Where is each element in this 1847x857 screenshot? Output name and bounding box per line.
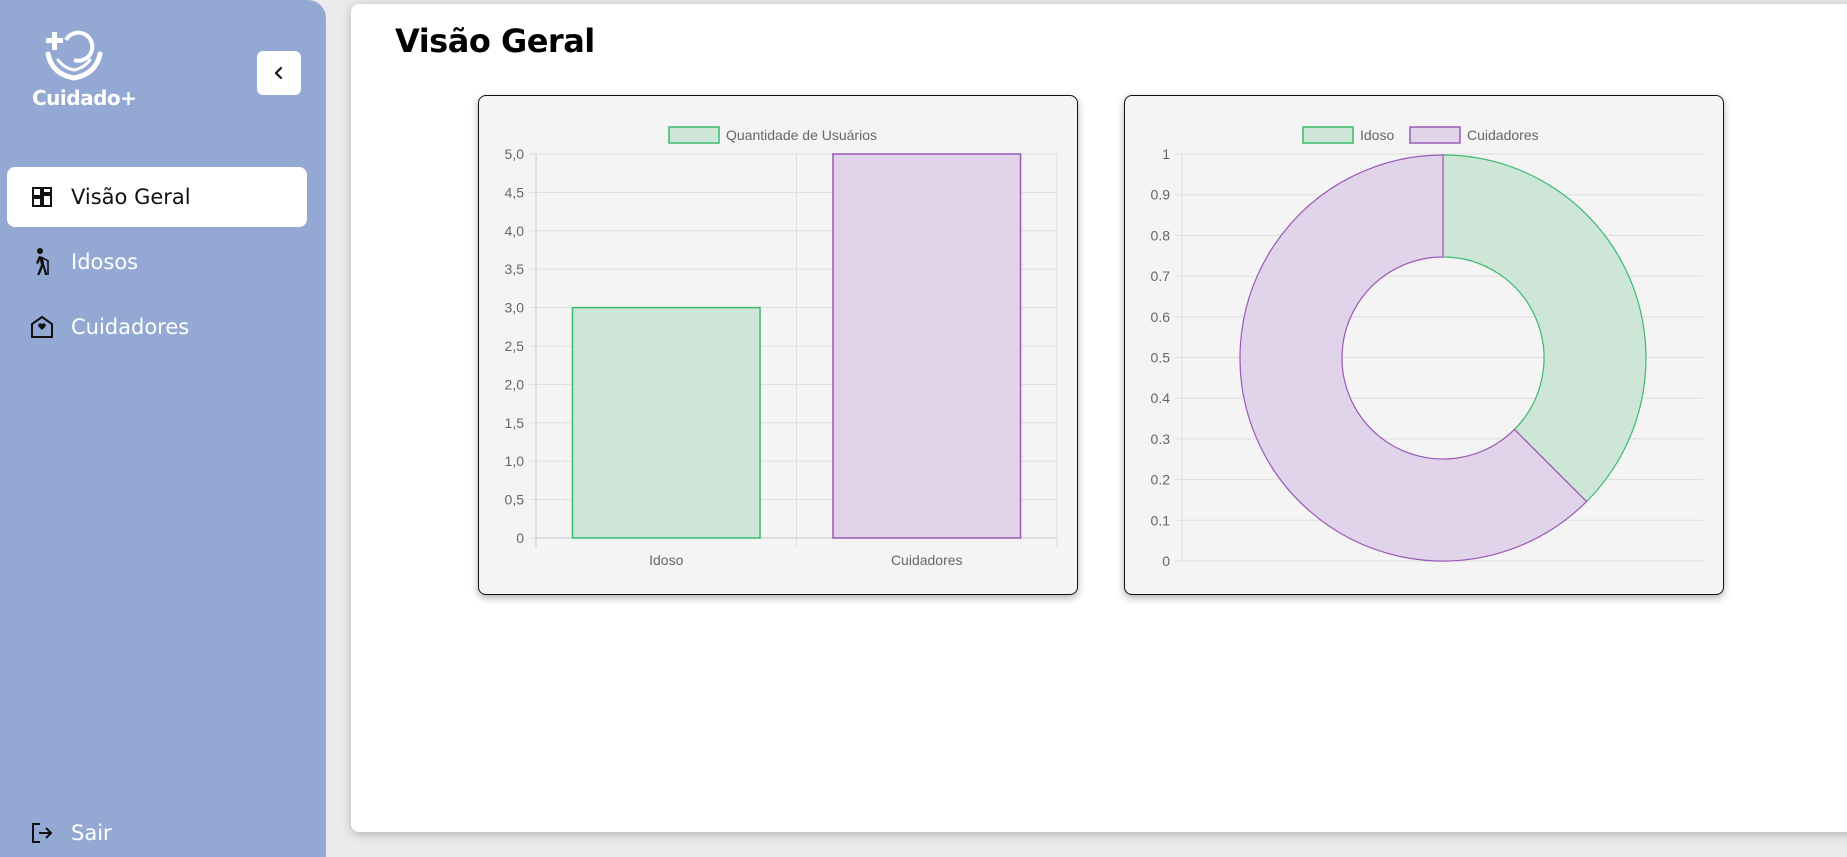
logout-button[interactable]: Sair — [7, 803, 307, 857]
y-tick-label: 2,5 — [505, 338, 525, 354]
y-tick-label: 0.7 — [1151, 268, 1171, 284]
legend-swatch — [1409, 126, 1461, 144]
legend-label: Cuidadores — [1467, 127, 1539, 143]
x-tick-label: Idoso — [649, 552, 683, 568]
dashboard-icon — [29, 182, 55, 212]
y-tick-label: 4,0 — [505, 223, 525, 239]
y-tick-label: 0 — [516, 530, 524, 546]
logout-label: Sair — [71, 821, 112, 845]
bar-chart: Quantidade de Usuários 0 0,5 1,0 1,5 2,0 2,5 3,… — [505, 126, 1058, 568]
sidebar-item-label: Cuidadores — [71, 315, 190, 339]
legend-swatch — [668, 126, 720, 144]
sidebar-item-label: Visão Geral — [71, 185, 191, 209]
sidebar-item-cuidadores[interactable]: Cuidadores — [7, 297, 307, 357]
y-tick-label: 0.9 — [1151, 187, 1171, 203]
y-tick-label: 5,0 — [505, 146, 525, 162]
page-title: Visão Geral — [395, 22, 595, 60]
sidebar-item-visao-geral[interactable]: Visão Geral — [7, 167, 307, 227]
y-tick-label: 3,0 — [505, 300, 525, 316]
x-tick-label: Cuidadores — [891, 552, 963, 568]
elderly-icon — [29, 247, 55, 277]
y-tick-label: 0.2 — [1151, 472, 1171, 488]
sidebar: Cuidado+ Visão Geral Idosos Cuidadores S… — [0, 0, 326, 857]
brand-logo: Cuidado+ — [30, 30, 137, 110]
bar-chart-card: Quantidade de Usuários 0 0,5 1,0 1,5 2,0 2,5 3,… — [478, 95, 1078, 595]
sidebar-item-idosos[interactable]: Idosos — [7, 232, 307, 292]
care-hands-icon — [45, 30, 103, 81]
y-tick-label: 0 — [1162, 553, 1170, 569]
collapse-sidebar-button[interactable] — [257, 51, 301, 95]
y-tick-label: 0,5 — [505, 492, 525, 508]
chevron-left-icon — [274, 66, 283, 80]
main-panel: Visão Geral Quantidade de Usuários 0 0,5 1,… — [351, 4, 1847, 832]
y-tick-label: 0.6 — [1151, 309, 1171, 325]
legend-label: Quantidade de Usuários — [726, 127, 877, 143]
legend-label: Idoso — [1360, 127, 1394, 143]
y-tick-label: 0.8 — [1151, 227, 1171, 243]
legend-swatch — [1302, 126, 1354, 144]
y-tick-label: 2,0 — [505, 376, 525, 392]
y-tick-label: 0.1 — [1151, 512, 1171, 528]
logout-icon — [29, 818, 55, 848]
home-health-icon — [29, 312, 55, 342]
bar-cuidadores — [832, 153, 1022, 539]
y-tick-label: 0.3 — [1151, 431, 1171, 447]
y-tick-label: 0.5 — [1151, 350, 1171, 366]
slice-idoso — [1442, 154, 1647, 503]
brand-name: Cuidado+ — [32, 86, 137, 110]
y-tick-label: 3,5 — [505, 261, 525, 277]
y-tick-label: 4,5 — [505, 184, 525, 200]
y-tick-label: 1,5 — [505, 415, 525, 431]
bar-idoso — [571, 306, 761, 539]
sidebar-item-label: Idosos — [71, 250, 139, 274]
y-tick-label: 0.4 — [1151, 390, 1171, 406]
doughnut-chart: Idoso Cuidadores 0 0.1 0.2 0.3 0.4 0.5 0.6 0.7 0.8… — [1151, 126, 1703, 569]
doughnut-chart-card: Idoso Cuidadores 0 0.1 0.2 0.3 0.4 0.5 0.6 0.7 0.8… — [1124, 95, 1724, 595]
y-tick-label: 1,0 — [505, 453, 525, 469]
y-tick-label: 1 — [1162, 146, 1170, 162]
